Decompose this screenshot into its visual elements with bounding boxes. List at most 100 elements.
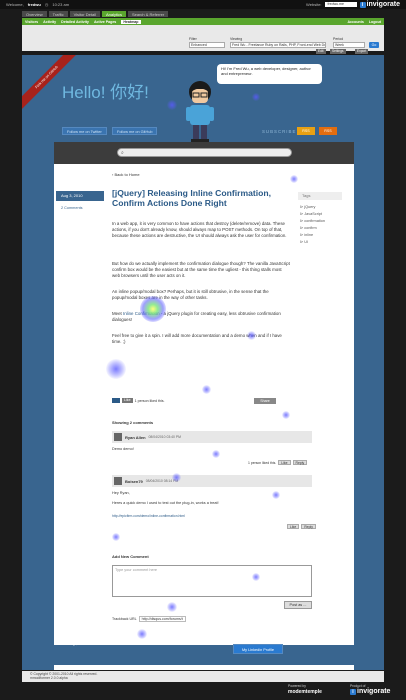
like-row: Like 1 person liked this.: [112, 398, 165, 403]
period-label: Period: [333, 37, 344, 41]
paragraph-5: Feel free to give it a spin. I will add …: [112, 333, 282, 344]
subnav-heatmap[interactable]: Heatmap: [121, 19, 141, 24]
commenter-name[interactable]: Boisen79: [125, 479, 143, 484]
tab-overview[interactable]: Overview: [22, 11, 47, 17]
app-footer: © Copyright © 2001-2010 All rights reser…: [22, 671, 384, 682]
tab-visitor-detail[interactable]: Visitor Detail: [69, 11, 100, 17]
tab-traffic[interactable]: Traffic: [48, 11, 68, 17]
comment-textarea[interactable]: Type your comment here: [112, 565, 312, 597]
logo-mark-icon: i: [350, 688, 356, 695]
heatmap-spot: [112, 533, 120, 541]
heatmap-spot: [282, 411, 290, 419]
rss-button-b[interactable]: RSS: [319, 127, 337, 135]
comments-count-link[interactable]: 2 Comments: [61, 206, 83, 210]
trackback-url[interactable]: http://disqus.com/forums/t: [138, 616, 186, 622]
logo-mark-icon: i: [359, 1, 366, 8]
comment-likes: 1 person liked this.: [248, 460, 277, 465]
rss-button-a[interactable]: RSS: [297, 127, 315, 135]
post-title[interactable]: [jQuery] Releasing Inline Confirmation, …: [112, 188, 290, 208]
period-select[interactable]: Week: [333, 42, 365, 48]
settings-button[interactable]: Settings: [330, 49, 346, 54]
heatmap-hotspot: [140, 296, 166, 322]
commenter-name[interactable]: Ryan Allen: [125, 435, 146, 440]
comment-like-button[interactable]: Like: [278, 460, 291, 465]
share-button[interactable]: Share: [254, 398, 276, 404]
search-input[interactable]: ⌕: [117, 148, 292, 157]
comment-demo-link[interactable]: http://epicfirm.com/demo/inline-confirma…: [112, 514, 185, 518]
sub-navigation: Visitors Activity Detailed Activity Acti…: [22, 18, 384, 25]
back-to-home-link[interactable]: ‹ Back to Home: [112, 172, 140, 177]
version: mmodiformer 2.0.0 alpha: [30, 676, 68, 680]
trackback-label: Trackback URL: [112, 617, 137, 621]
add-comment-heading: Add New Comment: [112, 554, 149, 559]
heatmap-spot: [252, 93, 260, 101]
tab-search-referrer[interactable]: Search & Referrer: [127, 11, 169, 17]
comment-text-1: Demo demo!: [112, 447, 134, 451]
trackback-row: Trackback URL http://disqus.com/forums/t: [112, 616, 186, 622]
hello-heading: Hello! 你好!: [62, 83, 149, 102]
logout-link[interactable]: Logout: [369, 20, 381, 24]
follow-github-button[interactable]: Follow me on GitHub: [112, 127, 158, 135]
comment-like-button[interactable]: Like: [287, 524, 300, 529]
tag-javascript[interactable]: ⊳ JavaScript: [300, 211, 322, 216]
export-button[interactable]: Export: [355, 49, 369, 54]
subscribe-label: SUBSCRIBE: [262, 129, 297, 134]
logo-text: invigorate: [366, 1, 400, 8]
heatmap-spot: [167, 602, 177, 612]
paragraph-1: In a web app, it is very common to have …: [112, 221, 287, 238]
tag-ui[interactable]: ⊳ UI: [300, 239, 308, 244]
heatmap-spot: [202, 385, 211, 394]
username[interactable]: fredwu: [28, 2, 41, 7]
heatmap-spot: [137, 629, 147, 639]
subnav-activity[interactable]: Activity: [43, 20, 56, 24]
comment-text-2b: Heres a quick demo I used to test out th…: [112, 501, 219, 505]
modemtemple-logo[interactable]: modemtemple: [288, 689, 322, 695]
like-button[interactable]: Like: [122, 398, 133, 403]
back-label: Back to Home: [114, 172, 140, 177]
post-as-button[interactable]: Post as ...: [284, 601, 312, 609]
tag-confirmation[interactable]: ⊳ confirmation: [300, 218, 325, 223]
paragraph-4: Meet Inline Confirmation - a jQuery plug…: [112, 311, 290, 323]
go-button[interactable]: Go: [369, 42, 379, 48]
invigorate-footer-logo[interactable]: i invigorate: [350, 688, 390, 695]
intro-bubble: Hi! I'm Fred Wu, a web developer, design…: [217, 64, 322, 84]
website-select[interactable]: fredwu.me: [324, 2, 357, 7]
accounts-link[interactable]: Accounts: [347, 20, 363, 24]
heatmap-spot: [272, 491, 280, 499]
subnav-visitors[interactable]: Visitors: [25, 20, 38, 24]
tag-inline[interactable]: ⊳ inline: [300, 232, 313, 237]
edit-button[interactable]: Edit: [316, 49, 326, 54]
filter-label: Filter: [189, 37, 197, 41]
tags-heading: Tags: [298, 192, 342, 200]
thumbs-up-icon: [112, 398, 120, 403]
post-body: ‹ Back to Home Aug 3, 2010 2 Comments [j…: [54, 164, 354, 670]
paragraph-3: An inline popup/modal box? Perhaps, but …: [112, 289, 269, 300]
paragraph-2: But how do we actually implement the con…: [112, 261, 290, 278]
heatmap-spot: [167, 100, 177, 110]
subnav-detailed-activity[interactable]: Detailed Activity: [61, 20, 89, 24]
comment-header-2: Boisen79 08/04/2010 08:14 PM: [112, 475, 312, 487]
comment-header-1: Ryan Allen 08/04/2010 03:40 PM: [112, 431, 312, 443]
tag-confirm[interactable]: ⊳ confirm: [300, 225, 317, 230]
tab-analytics[interactable]: Analytics: [101, 11, 126, 17]
clock-icon: ◷: [44, 2, 49, 7]
linkedin-profile-button[interactable]: My Linkedin Profile: [233, 644, 283, 654]
comment-actions-1: 1 person liked this. Like Reply: [248, 460, 308, 465]
search-band: ⌕: [54, 142, 354, 164]
p4-pre: Meet: [112, 311, 123, 316]
invigorate-logo[interactable]: i invigorate: [359, 1, 400, 8]
subnav-active-pages[interactable]: Active Pages: [94, 20, 116, 24]
powered-by-label: Powered by: [288, 684, 306, 688]
tag-jquery[interactable]: ⊳ jQuery: [300, 204, 315, 209]
viewing-select[interactable]: Fred Wu - Freelance Ruby on Rails, PHP, …: [230, 42, 326, 48]
welcome-label: Welcome,: [6, 2, 24, 7]
comment-text-2: Hey Ryan,: [112, 491, 130, 495]
search-icon: ⌕: [121, 150, 124, 156]
comment-reply-button[interactable]: Reply: [292, 460, 308, 465]
liked-count: 1 person liked this.: [134, 398, 165, 403]
time-label: 10:23 am: [52, 2, 70, 7]
comment-time: 08/04/2010 03:40 PM: [148, 435, 181, 439]
comment-reply-button[interactable]: Reply: [301, 524, 316, 529]
follow-twitter-button[interactable]: Follow me on Twitter: [62, 127, 107, 135]
filter-select[interactable]: Enhanced: [189, 42, 225, 48]
